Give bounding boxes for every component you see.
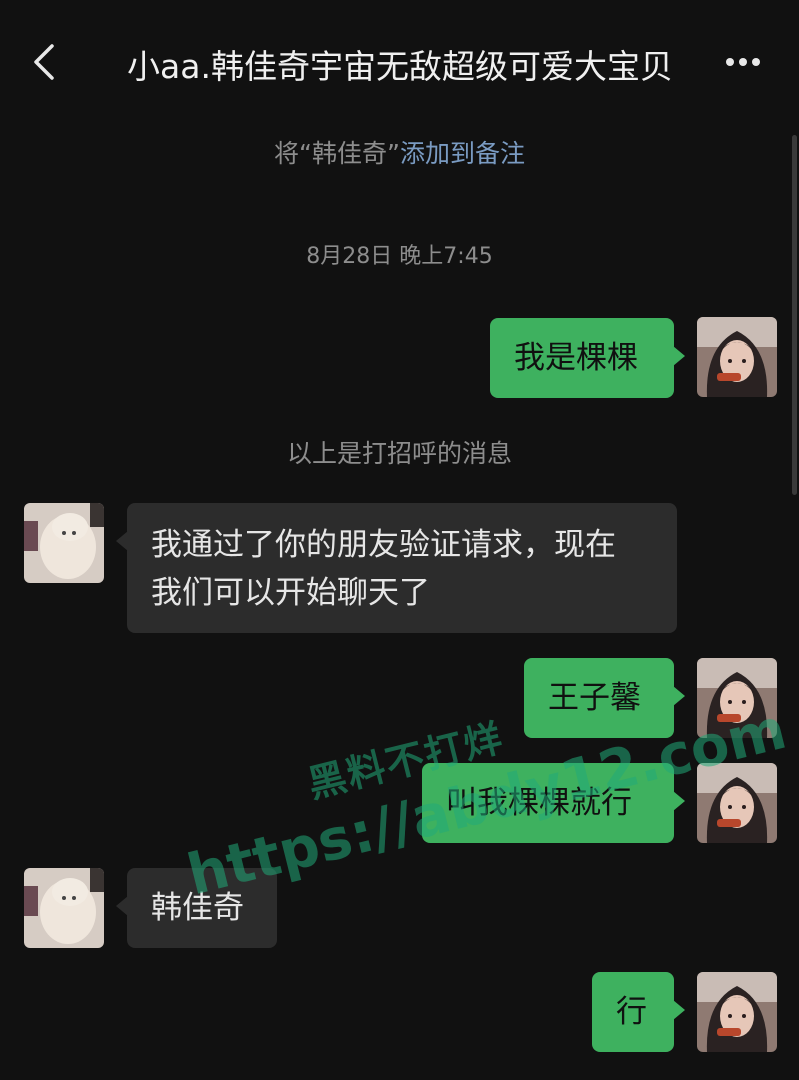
greeting-notice: 以上是打招呼的消息 xyxy=(286,439,512,468)
my-avatar[interactable] xyxy=(697,658,777,738)
message-bubble-outgoing[interactable]: 叫我棵棵就行 xyxy=(422,763,685,843)
contact-avatar[interactable] xyxy=(24,868,104,948)
message-bubble-outgoing[interactable]: 王子馨 xyxy=(524,658,685,738)
my-avatar[interactable] xyxy=(697,763,777,843)
message-line: 我们可以开始聊天了 xyxy=(151,575,430,611)
my-avatar[interactable] xyxy=(697,317,777,397)
avatar-photo-icon xyxy=(697,317,777,397)
message-line: 我通过了你的朋友验证请求，现在 xyxy=(151,527,616,563)
contact-avatar[interactable] xyxy=(24,503,104,583)
avatar-photo-icon xyxy=(697,658,777,738)
my-avatar[interactable] xyxy=(697,972,777,1052)
more-button[interactable] xyxy=(718,50,768,74)
more-horizontal-icon xyxy=(726,58,760,66)
message-bubble-outgoing[interactable]: 行 xyxy=(592,972,685,1052)
message-bubble-outgoing[interactable]: 我是棵棵 xyxy=(490,318,685,398)
scrollbar[interactable] xyxy=(792,135,797,495)
message-bubble-incoming[interactable]: 我通过了你的朋友验证请求，现在 我们可以开始聊天了 xyxy=(116,503,677,633)
chevron-left-icon xyxy=(34,44,54,80)
avatar-photo-icon xyxy=(697,763,777,843)
avatar-photo-icon xyxy=(24,868,104,948)
remark-tip: 将“韩佳奇”添加到备注 xyxy=(0,134,799,170)
add-remark-link[interactable]: 添加到备注 xyxy=(400,139,525,168)
message-bubble-incoming[interactable]: 韩佳奇 xyxy=(116,868,277,948)
avatar-photo-icon xyxy=(24,503,104,583)
chat-header: 小aa.韩佳奇宇宙无敌超级可爱大宝贝 xyxy=(0,0,799,120)
avatar-photo-icon xyxy=(697,972,777,1052)
back-button[interactable] xyxy=(26,40,66,84)
remark-tip-text: 将“韩佳奇” xyxy=(274,139,400,168)
chat-title: 小aa.韩佳奇宇宙无敌超级可爱大宝贝 xyxy=(127,47,673,86)
message-timestamp: 8月28日 晚上7:45 xyxy=(306,244,493,269)
